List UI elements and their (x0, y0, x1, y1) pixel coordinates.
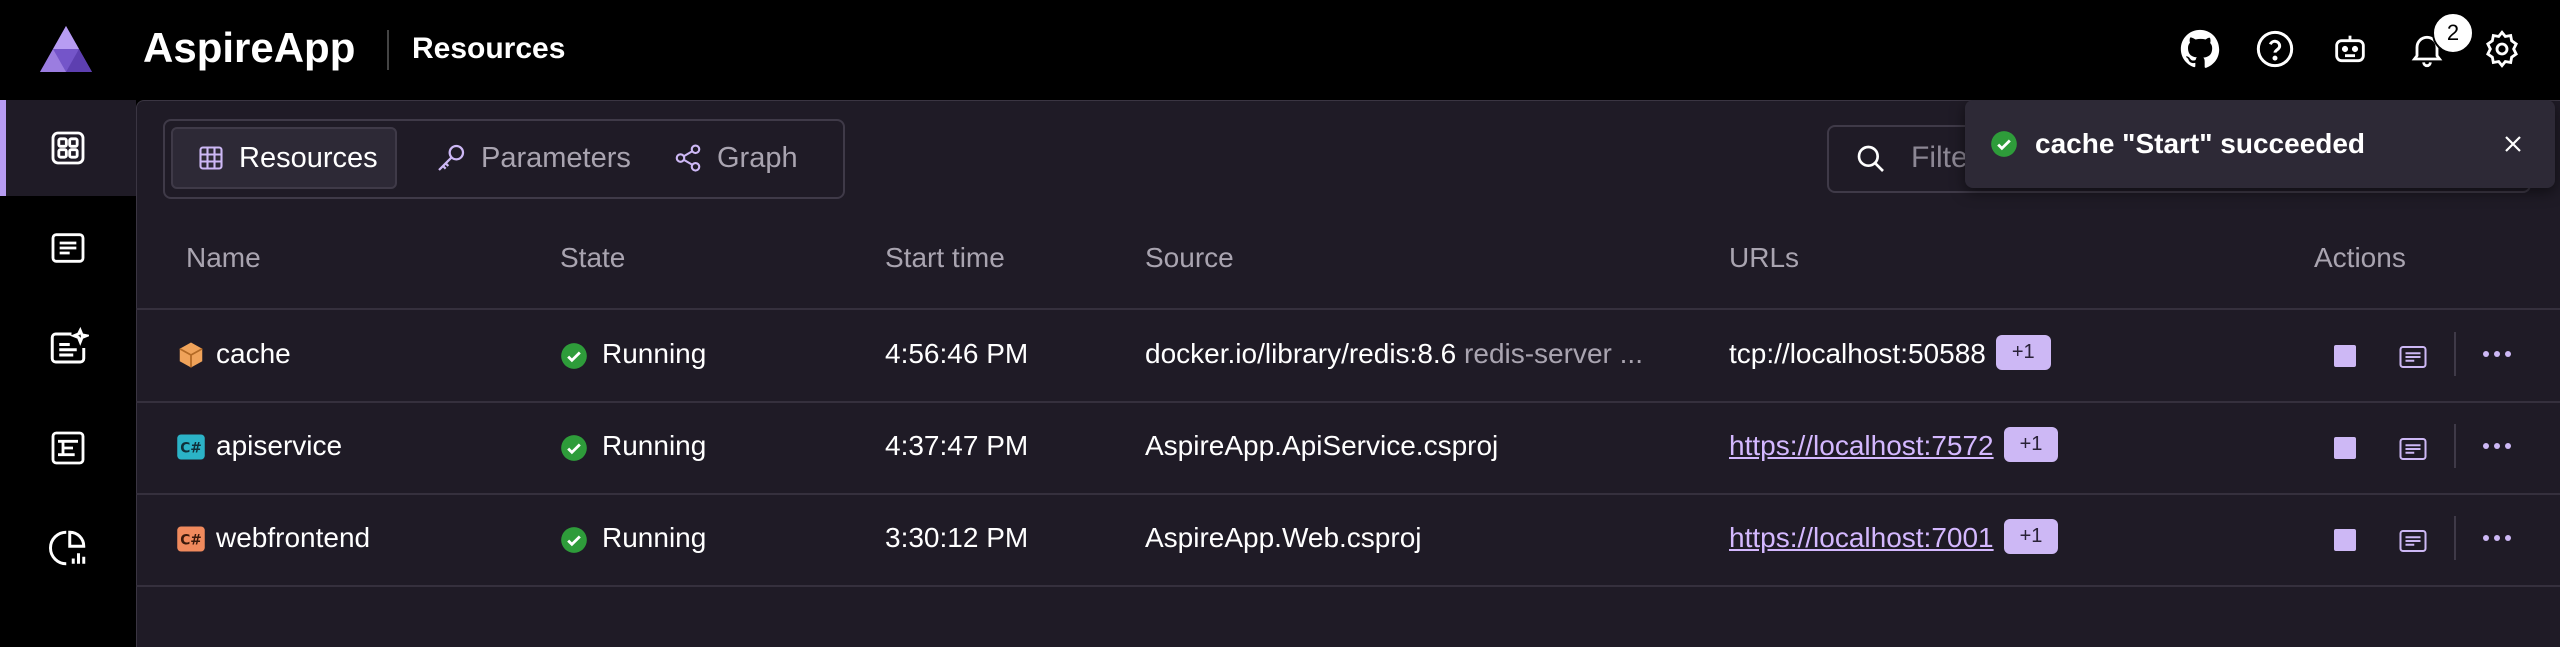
running-status-icon (561, 435, 587, 461)
more-actions-icon[interactable] (2482, 442, 2512, 450)
more-actions-icon[interactable] (2482, 534, 2512, 542)
traces-icon (51, 431, 85, 465)
resource-source: AspireApp.ApiService.csproj (1145, 430, 1499, 461)
console-logs-icon[interactable] (2398, 344, 2428, 370)
aspire-logo-icon[interactable] (38, 24, 94, 74)
column-header-state[interactable]: State (560, 242, 625, 274)
structured-logs-icon (50, 327, 89, 364)
help-icon[interactable] (2253, 27, 2297, 71)
title-divider (387, 30, 389, 70)
column-header-source[interactable]: Source (1145, 242, 1234, 274)
resource-start-time: 4:37:47 PM (885, 430, 1029, 461)
console-logs-icon[interactable] (2398, 528, 2428, 554)
toast-message: cache "Start" succeeded (2035, 128, 2366, 159)
app-title[interactable]: AspireApp (143, 24, 355, 72)
column-header-start-time[interactable]: Start time (885, 242, 1005, 274)
resource-state: Running (602, 430, 707, 461)
table-row[interactable]: C# apiservice Running 4:37:47 PM AspireA… (136, 402, 2560, 495)
view-tabs: Resources Parameters Graph (163, 119, 845, 199)
source-args: redis-server ... (1464, 338, 1643, 369)
table-row[interactable]: C# webfrontend Running 3:30:12 PM Aspire… (136, 494, 2560, 587)
tab-resources[interactable]: Resources (171, 127, 397, 189)
svg-text:C#: C# (180, 533, 202, 549)
stop-button[interactable] (2334, 345, 2356, 367)
resource-name[interactable]: cache (216, 338, 291, 370)
resource-state: Running (602, 338, 707, 369)
actions-divider (2454, 424, 2456, 468)
close-icon[interactable] (2503, 134, 2523, 154)
resource-source: AspireApp.Web.csproj (1145, 522, 1422, 553)
notification-badge: 2 (2432, 12, 2474, 54)
more-actions-icon[interactable] (2482, 350, 2512, 358)
table-header: Name State Start time Source URLs Action… (136, 212, 2560, 310)
resource-url-link[interactable]: https://localhost:7001 (1729, 522, 1994, 553)
container-icon (179, 342, 203, 368)
resource-name[interactable]: apiservice (216, 430, 342, 462)
sidebar-item-console-logs[interactable] (0, 200, 136, 296)
sidebar (0, 100, 136, 646)
grid-icon (51, 131, 85, 165)
resource-start-time: 3:30:12 PM (885, 522, 1029, 553)
resource-start-time: 4:56:46 PM (885, 338, 1029, 369)
tab-graph[interactable]: Graph (673, 127, 798, 189)
key-icon (438, 144, 465, 171)
sidebar-item-structured-logs[interactable] (0, 300, 136, 396)
resource-url-cell: https://localhost:7572 +1 (1729, 427, 2059, 465)
graph-icon (675, 144, 701, 172)
console-icon (51, 233, 85, 263)
resource-url-cell: https://localhost:7001 +1 (1729, 519, 2059, 557)
actions-divider (2454, 516, 2456, 560)
column-header-actions: Actions (2314, 242, 2406, 273)
success-check-icon (1991, 131, 2017, 157)
csharp-project-icon: C# (177, 526, 205, 552)
resource-url: tcp://localhost:50588 (1729, 338, 1986, 369)
console-logs-icon[interactable] (2398, 436, 2428, 462)
resource-source: docker.io/library/redis:8.6 redis-server… (1145, 338, 1643, 370)
more-urls-button[interactable]: +1 (2003, 427, 2059, 463)
tab-parameters[interactable]: Parameters (435, 127, 631, 189)
resource-url-cell: tcp://localhost:50588 +1 (1729, 335, 2051, 373)
stop-button[interactable] (2334, 529, 2356, 551)
table-icon (199, 146, 223, 170)
source-image: docker.io/library/redis:8.6 (1145, 338, 1457, 369)
sidebar-item-metrics[interactable] (0, 500, 136, 596)
resource-name[interactable]: webfrontend (216, 522, 370, 554)
page-title: Resources (412, 32, 566, 65)
search-icon (1857, 145, 1884, 172)
column-header-name[interactable]: Name (186, 242, 261, 274)
toast-notification: cache "Start" succeeded (1965, 100, 2555, 188)
more-urls-button[interactable]: +1 (1995, 335, 2051, 371)
sidebar-item-resources[interactable] (0, 100, 136, 196)
running-status-icon (561, 527, 587, 553)
tab-parameters-label: Parameters (481, 141, 631, 174)
resource-state: Running (602, 522, 707, 553)
github-icon[interactable] (2178, 27, 2222, 71)
actions-divider (2454, 332, 2456, 376)
copilot-icon[interactable] (2328, 27, 2372, 71)
table-row[interactable]: cache Running 4:56:46 PM docker.io/libra… (136, 310, 2560, 403)
stop-button[interactable] (2334, 437, 2356, 459)
more-urls-button[interactable]: +1 (2003, 519, 2059, 555)
sidebar-item-traces[interactable] (0, 400, 136, 496)
top-bar: AspireApp Resources 2 (0, 0, 2560, 100)
tab-resources-label: Resources (239, 141, 378, 174)
resource-url-link[interactable]: https://localhost:7572 (1729, 430, 1994, 461)
running-status-icon (561, 343, 587, 369)
gear-icon[interactable] (2480, 27, 2524, 71)
csharp-project-icon: C# (177, 434, 205, 460)
metrics-icon (49, 530, 86, 566)
tab-graph-label: Graph (717, 141, 798, 174)
column-header-urls[interactable]: URLs (1729, 242, 1799, 274)
svg-text:C#: C# (180, 441, 202, 457)
